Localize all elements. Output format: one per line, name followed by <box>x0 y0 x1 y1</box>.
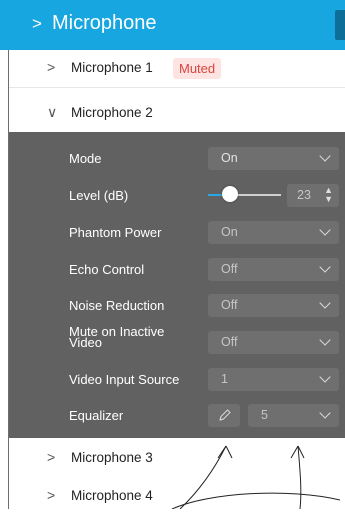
chevron-down-icon <box>319 224 331 236</box>
video-input-source-value: 1 <box>221 372 228 386</box>
phantom-power-row: Phantom Power On <box>9 214 345 250</box>
level-number-input[interactable]: 23 ▲ ▼ <box>287 184 339 207</box>
mute-inactive-video-row: Mute on Inactive Video Off <box>9 324 345 360</box>
echo-control-label: Echo Control <box>69 262 145 277</box>
noise-reduction-label: Noise Reduction <box>69 298 165 313</box>
equalizer-value: 5 <box>261 408 268 422</box>
echo-control-select[interactable]: Off <box>208 258 339 281</box>
muted-badge: Muted <box>173 58 222 79</box>
echo-control-value: Off <box>221 262 238 276</box>
level-value: 23 <box>297 188 311 202</box>
mode-row: Mode On <box>9 140 345 176</box>
equalizer-row: Equalizer 5 <box>9 397 345 433</box>
chevron-right-icon: > <box>47 59 56 75</box>
noise-reduction-row: Noise Reduction Off <box>9 287 345 323</box>
chevron-down-icon <box>319 150 331 162</box>
level-label: Level (dB) <box>69 188 129 203</box>
phantom-power-select[interactable]: On <box>208 221 339 244</box>
video-input-source-row: Video Input Source 1 <box>9 361 345 397</box>
list-item-microphone-2[interactable]: ∨ Microphone 2 <box>9 95 345 133</box>
device-label: Microphone 1 <box>71 60 153 75</box>
level-row: Level (dB) 23 ▲ ▼ <box>9 177 345 213</box>
mode-value: On <box>221 151 238 165</box>
annotation-callout-lines <box>171 445 341 509</box>
mute-inactive-video-select[interactable]: Off <box>208 331 339 354</box>
equalizer-select[interactable]: 5 <box>248 404 339 427</box>
equalizer-label: Equalizer <box>69 408 124 423</box>
microphone-section-header[interactable]: > Microphone <box>0 0 345 50</box>
noise-reduction-select[interactable]: Off <box>208 294 339 317</box>
video-input-source-select[interactable]: 1 <box>208 368 339 391</box>
mute-inactive-video-value: Off <box>221 335 238 349</box>
chevron-down-icon <box>319 407 331 419</box>
phantom-power-value: On <box>221 225 238 239</box>
mute-inactive-label-line2: Video <box>69 335 103 350</box>
edit-equalizer-button[interactable] <box>208 404 240 427</box>
mode-select[interactable]: On <box>208 147 339 170</box>
echo-control-row: Echo Control Off <box>9 251 345 287</box>
chevron-down-icon: ∨ <box>47 104 58 120</box>
level-slider-thumb[interactable] <box>222 186 238 202</box>
mute-inactive-video-label: Mute on Inactive Video <box>69 325 204 350</box>
header-edge-tab <box>335 10 345 40</box>
device-label: Microphone 2 <box>71 105 153 120</box>
mode-label: Mode <box>69 151 102 166</box>
phantom-power-label: Phantom Power <box>69 225 162 240</box>
chevron-right-icon: > <box>32 14 42 33</box>
video-input-source-label: Video Input Source <box>69 372 180 387</box>
list-item-microphone-1[interactable]: > Microphone 1 Muted <box>9 50 345 88</box>
chevron-down-icon <box>319 297 331 309</box>
section-title: Microphone <box>52 12 157 34</box>
microphone-2-settings-panel: Mode On Level (dB) 23 ▲ ▼ Phantom Power O… <box>9 132 345 438</box>
chevron-down-icon <box>319 334 331 346</box>
chevron-down-icon <box>319 261 331 273</box>
pencil-icon <box>219 409 231 421</box>
chevron-down-icon <box>319 371 331 383</box>
spinner-arrows-icon[interactable]: ▲ ▼ <box>324 186 333 204</box>
noise-reduction-value: Off <box>221 298 238 312</box>
